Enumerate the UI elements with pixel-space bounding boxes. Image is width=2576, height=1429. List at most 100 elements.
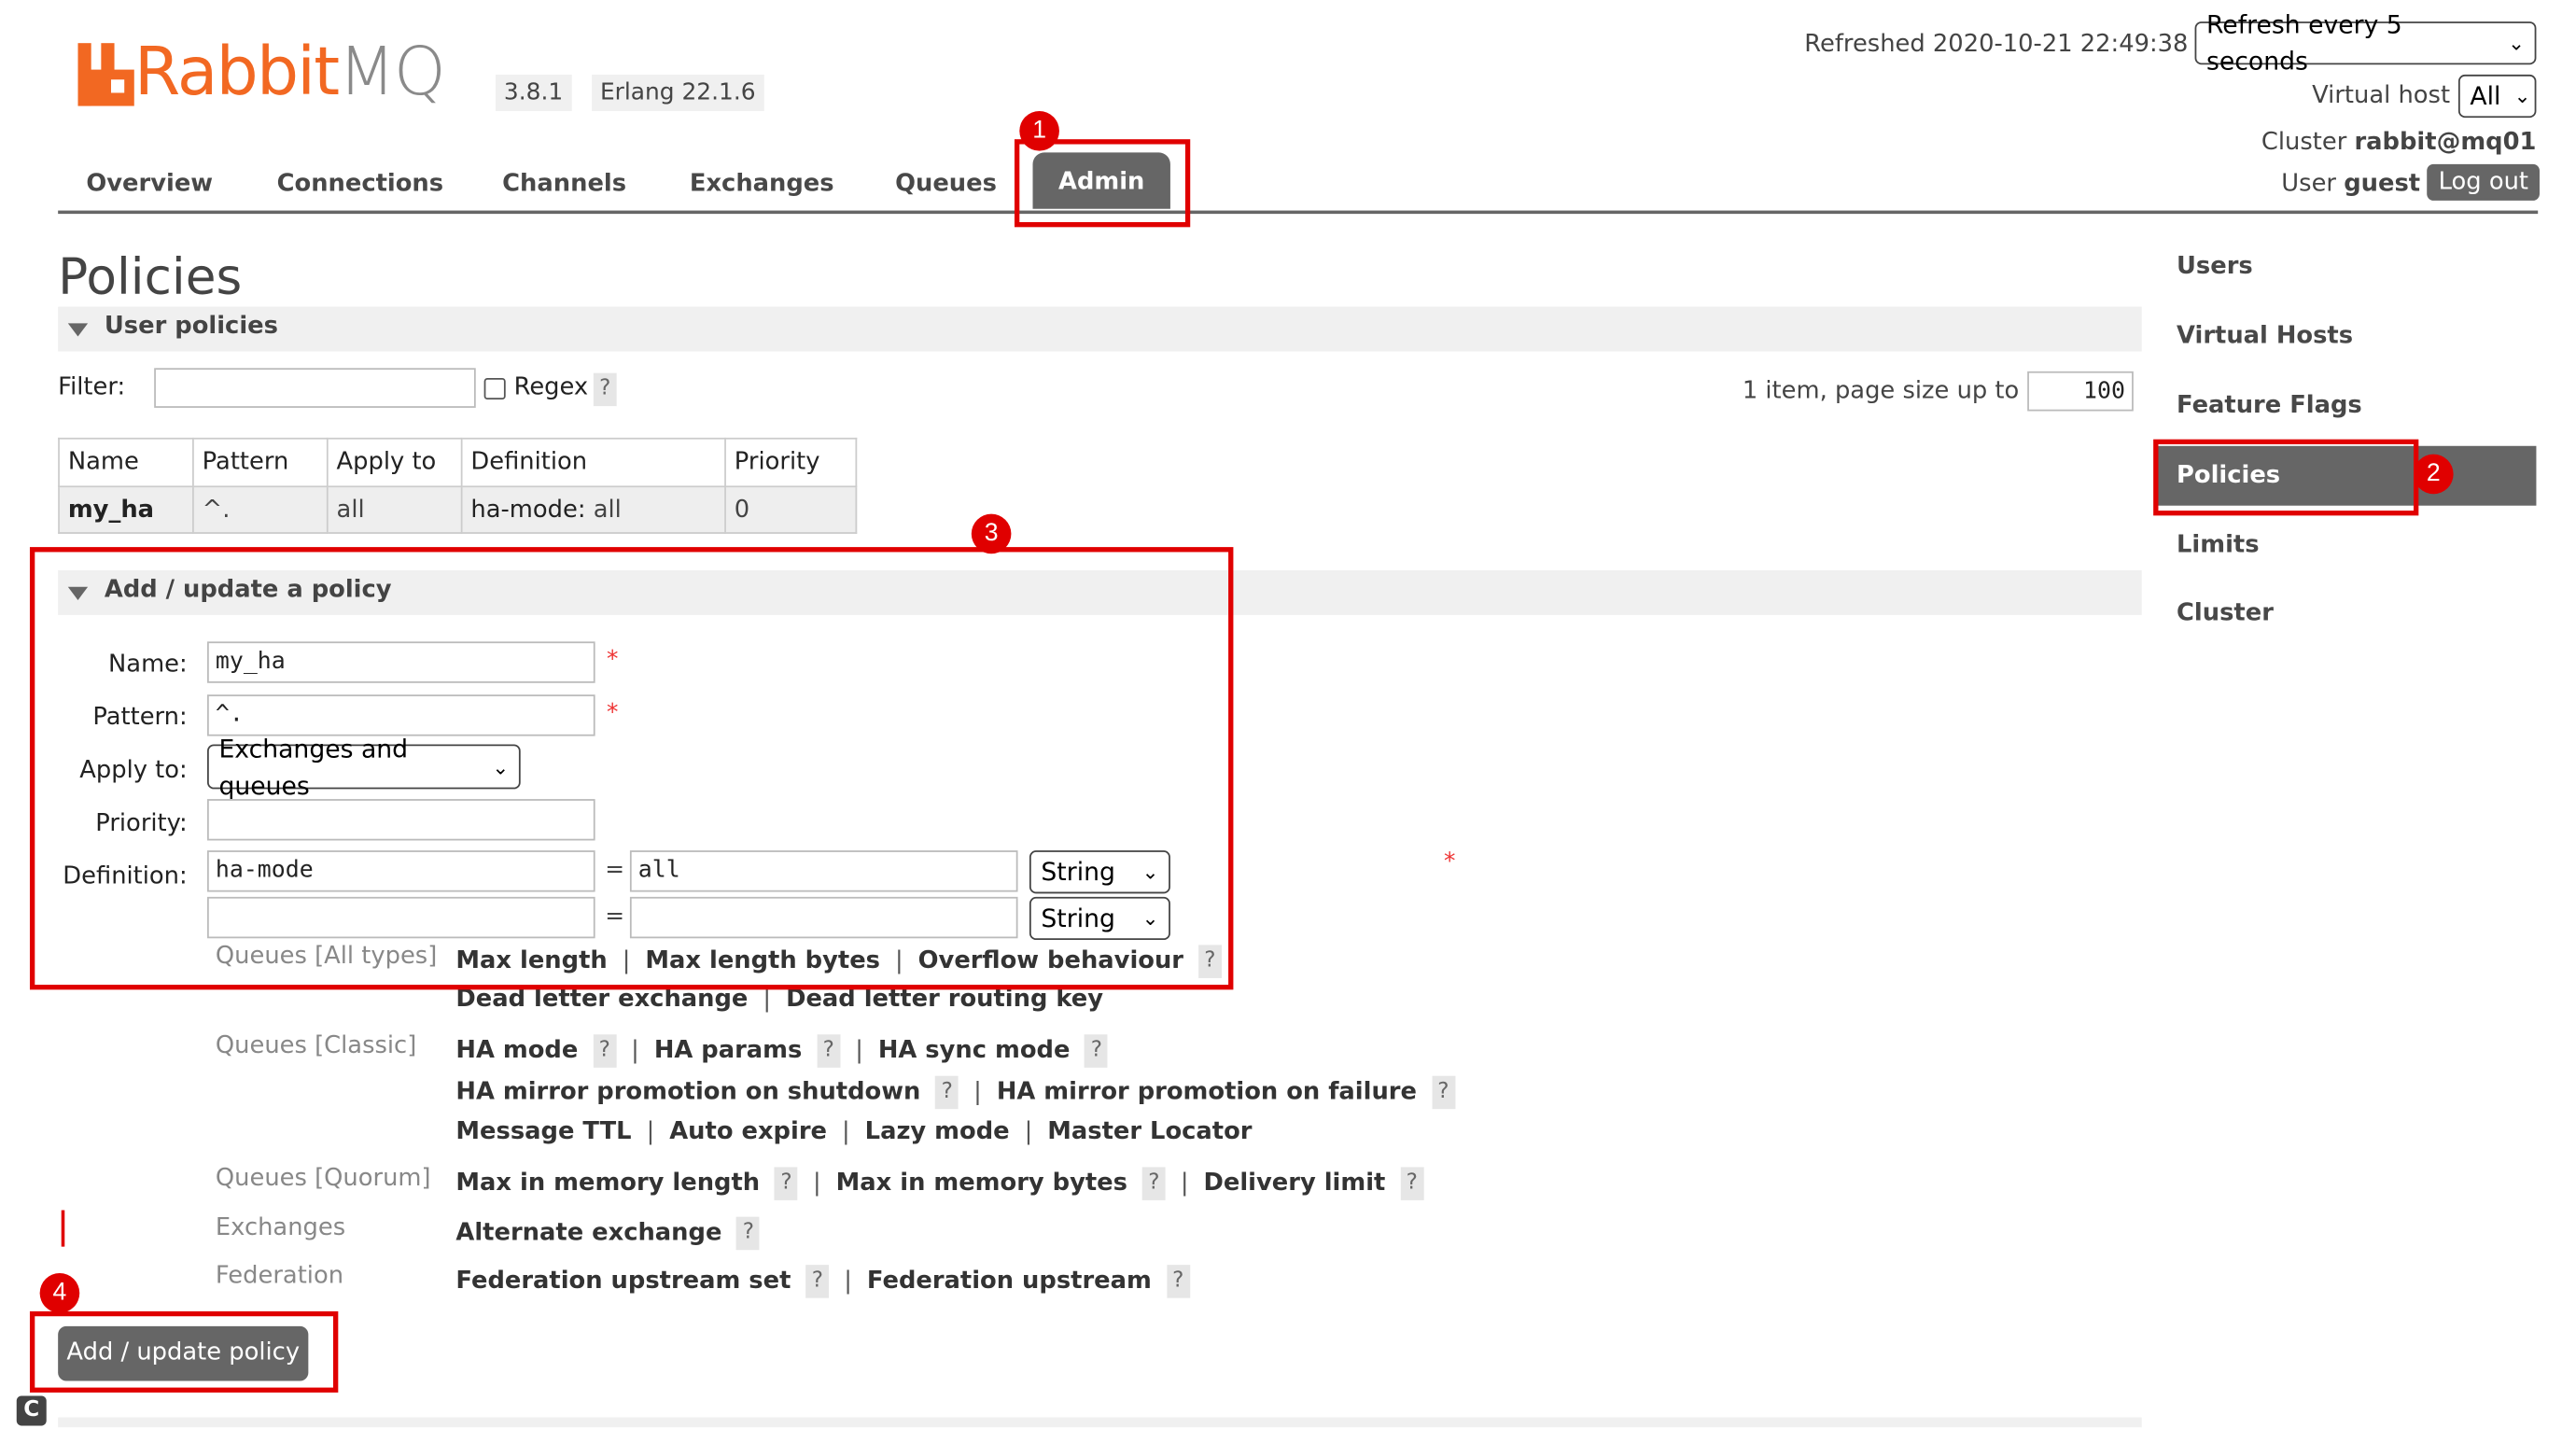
- tab-exchanges[interactable]: Exchanges: [690, 162, 834, 205]
- annotation-box-form: [29, 547, 1234, 990]
- policies-table: Name Pattern Apply to Definition Priorit…: [58, 437, 858, 534]
- rabbitmq-logo[interactable]: RabbitMQ: [77, 35, 446, 111]
- column-header-priority: Priority: [724, 437, 858, 488]
- helper-link-alternate-exchange[interactable]: Alternate exchange: [455, 1220, 721, 1246]
- version-badge: 3.8.1: [496, 74, 572, 111]
- regex-help-icon[interactable]: ?: [593, 372, 617, 407]
- sidebar-item-feature-flags[interactable]: Feature Flags: [2177, 393, 2362, 419]
- group-label-federation: Federation: [215, 1263, 344, 1290]
- logo-wordmark: RabbitMQ: [133, 35, 446, 111]
- help-icon[interactable]: ?: [775, 1167, 798, 1200]
- annotation-badge-3: 3: [971, 513, 1012, 554]
- user-info: User guest: [2155, 167, 2420, 201]
- helper-link-ha-mode[interactable]: HA mode: [455, 1038, 578, 1064]
- helper-link-auto-expire[interactable]: Auto expire: [669, 1119, 827, 1145]
- column-header-definition: Definition: [460, 437, 726, 488]
- group-label-exchanges: Exchanges: [215, 1214, 346, 1242]
- sidebar-item-cluster[interactable]: Cluster: [2177, 600, 2274, 626]
- annotation-badge-1: 1: [1019, 110, 1059, 151]
- helper-link-dead-letter-routing-key[interactable]: Dead letter routing key: [786, 987, 1103, 1013]
- filter-input[interactable]: [154, 368, 476, 408]
- separator: |: [841, 1118, 850, 1146]
- helper-link-federation-upstream-set[interactable]: Federation upstream set: [455, 1268, 791, 1295]
- helper-link-master-locator[interactable]: Master Locator: [1047, 1119, 1252, 1145]
- definition-key: ha-mode:: [470, 496, 586, 524]
- help-icon[interactable]: ?: [1166, 1265, 1190, 1298]
- page: RabbitMQ 3.8.1 Erlang 22.1.6 Refreshed 2…: [0, 0, 2576, 1429]
- policy-pattern-cell: ^.: [192, 485, 329, 534]
- cluster-name: rabbit@mq01: [2354, 129, 2537, 156]
- column-header-apply-to: Apply to: [326, 437, 463, 488]
- help-icon[interactable]: ?: [817, 1034, 841, 1068]
- sidebar-item-users[interactable]: Users: [2177, 254, 2253, 280]
- helper-line: HA mirror promotion on shutdown ? | HA mi…: [455, 1075, 1455, 1110]
- logout-button[interactable]: Log out: [2427, 163, 2541, 201]
- table-row[interactable]: my_ha ^. all ha-mode: all 0: [58, 485, 858, 534]
- user-policies-title: User policies: [104, 313, 278, 341]
- policy-definition-cell: ha-mode: all: [460, 485, 726, 534]
- required-marker: *: [1443, 848, 1456, 876]
- chevron-down-icon: ⌄: [2508, 31, 2526, 55]
- separator: |: [1024, 1118, 1033, 1146]
- helper-link-message-ttl[interactable]: Message TTL: [455, 1119, 631, 1145]
- regex-checkbox[interactable]: [483, 377, 506, 400]
- erlang-version-badge: Erlang 22.1.6: [592, 74, 764, 111]
- sidebar-item-virtual-hosts[interactable]: Virtual Hosts: [2177, 323, 2353, 349]
- sidebar-item-limits[interactable]: Limits: [2177, 532, 2260, 558]
- helper-link-max-in-memory-length[interactable]: Max in memory length: [455, 1170, 760, 1197]
- helper-link-dead-letter-exchange[interactable]: Dead letter exchange: [455, 987, 748, 1013]
- helper-link-max-in-memory-bytes[interactable]: Max in memory bytes: [836, 1170, 1127, 1197]
- helper-line: Dead letter exchange | Dead letter routin…: [455, 987, 1103, 1013]
- refresh-interval-value: Refresh every 5 seconds: [2205, 9, 2402, 77]
- separator: |: [855, 1037, 863, 1065]
- user-policies-header[interactable]: User policies: [58, 306, 2142, 352]
- nav-divider: [58, 210, 2539, 215]
- help-icon[interactable]: ?: [736, 1216, 761, 1251]
- definition-value: all: [593, 496, 622, 524]
- group-label-queues-classic: Queues [Classic]: [215, 1032, 417, 1059]
- page-title: Policies: [58, 248, 243, 307]
- help-icon[interactable]: ?: [935, 1075, 959, 1110]
- helper-link-ha-promotion-shutdown[interactable]: HA mirror promotion on shutdown: [455, 1079, 920, 1105]
- rabbit-logo-icon: [77, 40, 134, 106]
- annotation-box-policies: [2153, 439, 2419, 516]
- annotation-badge-4: 4: [39, 1273, 80, 1313]
- policy-apply-to-cell: all: [326, 485, 463, 534]
- helper-link-ha-sync-mode[interactable]: HA sync mode: [878, 1038, 1071, 1064]
- policy-priority-cell: 0: [724, 485, 858, 534]
- annotation-badge-2: 2: [2414, 454, 2454, 495]
- refresh-interval-select[interactable]: Refresh every 5 seconds ⌄: [2194, 10, 2537, 77]
- page-size-input[interactable]: 100: [2027, 371, 2134, 412]
- separator: |: [973, 1079, 982, 1106]
- virtual-host-value: All: [2470, 81, 2501, 111]
- policy-name-cell[interactable]: my_ha: [58, 485, 194, 534]
- separator: |: [844, 1268, 852, 1296]
- help-icon[interactable]: ?: [1400, 1167, 1424, 1200]
- virtual-host-label: Virtual host: [2312, 82, 2451, 110]
- annotation-box-admin: [1014, 139, 1191, 228]
- helper-line: HA mode ? | HA params ? | HA sync mode ?: [455, 1034, 1109, 1068]
- helper-link-lazy-mode[interactable]: Lazy mode: [865, 1119, 1010, 1145]
- help-icon[interactable]: ?: [1431, 1075, 1455, 1110]
- tab-channels[interactable]: Channels: [502, 162, 626, 205]
- app-corner-icon[interactable]: C: [16, 1395, 47, 1426]
- help-icon[interactable]: ?: [593, 1034, 617, 1068]
- helper-line: Max in memory length ? | Max in memory by…: [455, 1167, 1424, 1200]
- separator: |: [812, 1170, 821, 1198]
- virtual-host-select[interactable]: All ⌄: [2457, 74, 2537, 119]
- helper-link-federation-upstream[interactable]: Federation upstream: [867, 1268, 1152, 1295]
- column-header-pattern: Pattern: [192, 437, 329, 488]
- user-name: guest: [2344, 170, 2421, 198]
- annotation-box-submit: [29, 1310, 339, 1393]
- tab-connections[interactable]: Connections: [277, 162, 443, 205]
- helper-link-delivery-limit[interactable]: Delivery limit: [1204, 1170, 1386, 1197]
- helper-link-ha-params[interactable]: HA params: [654, 1038, 803, 1064]
- helper-line: Message TTL | Auto expire | Lazy mode | Mas…: [455, 1119, 1252, 1145]
- help-icon[interactable]: ?: [1085, 1034, 1109, 1068]
- helper-link-ha-promotion-failure[interactable]: HA mirror promotion on failure: [997, 1079, 1417, 1105]
- help-icon[interactable]: ?: [1141, 1167, 1166, 1200]
- bottom-section-edge: [58, 1417, 2142, 1428]
- help-icon[interactable]: ?: [805, 1265, 830, 1298]
- tab-queues[interactable]: Queues: [895, 162, 997, 205]
- tab-overview[interactable]: Overview: [86, 162, 213, 205]
